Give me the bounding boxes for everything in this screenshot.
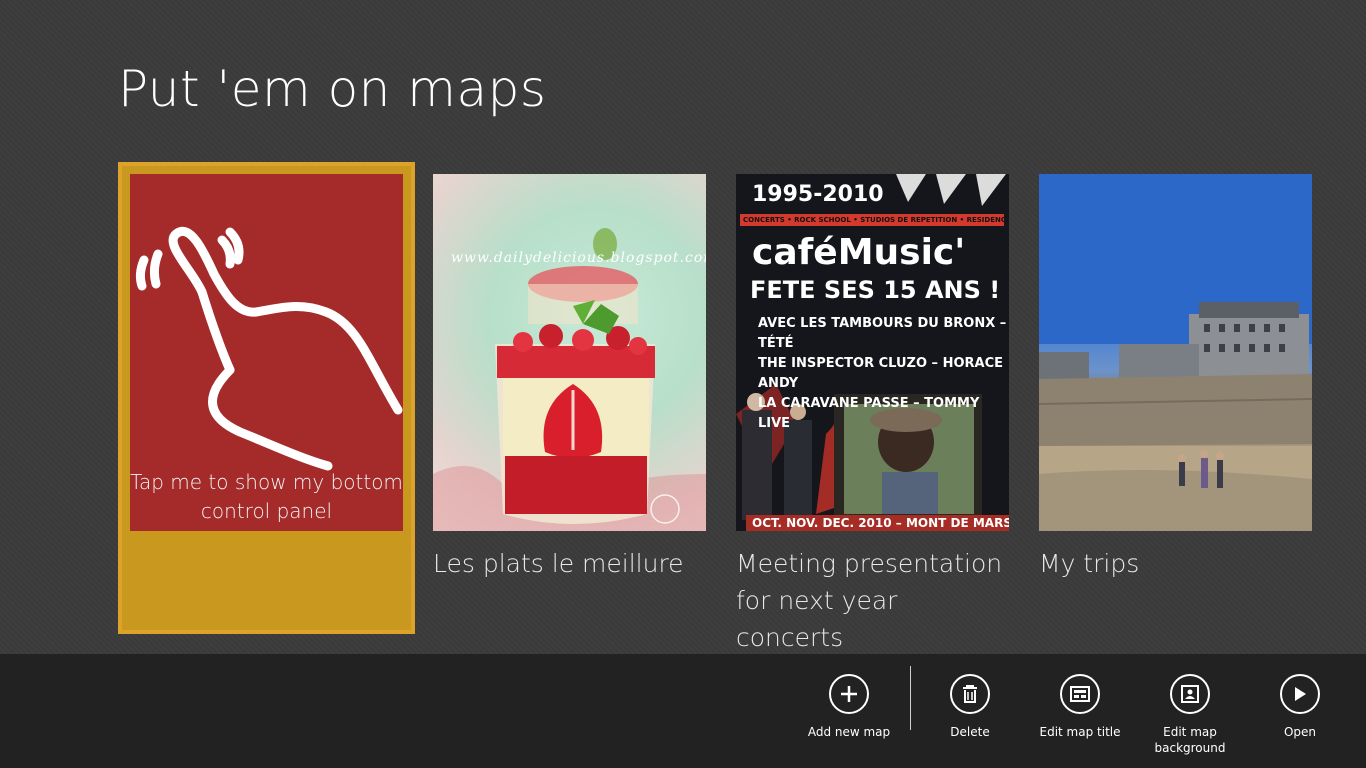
edit-map-background-label: Edit map background [1135,724,1245,756]
poster-year: 1995-2010 [752,182,884,207]
title-card-icon [1060,674,1100,714]
edit-map-background-line-1: Edit map [1163,725,1217,739]
poster-subtitle: CONCERTS • ROCK SCHOOL • STUDIOS DE REPE… [740,214,1004,226]
bottom-app-bar: Add new map Delete Edit map title Edit m… [0,654,1366,768]
hint-panel: Tap me to show my bottom control panel [130,174,403,531]
trips-image [1039,174,1312,531]
open-button[interactable]: Open [1245,674,1355,740]
edit-map-title-label: Edit map title [1039,725,1121,739]
add-new-map-label: Add new map [807,725,891,739]
poster-line-3: LA CARAVANE PASSE – TOMMY LIVE [758,396,980,431]
add-new-map-button[interactable]: Add new map [794,674,904,740]
image-watermark: www.dailydelicious.blogspot.com [451,250,706,266]
map-title-line-1: Meeting presentation [736,549,1003,578]
map-thumbnail-poster: 1995-2010 CONCERTS • ROCK SCHOOL • STUDI… [736,174,1009,531]
map-title-line-2: for next year concerts [736,586,898,652]
image-icon [1170,674,1210,714]
hint-line-1: Tap me to show my bottom [130,470,403,494]
poster-line-2: THE INSPECTOR CLUZO – HORACE ANDY [758,356,1004,391]
hint-text: Tap me to show my bottom control panel [130,468,403,526]
map-thumbnail-dessert: www.dailydelicious.blogspot.com [433,174,706,531]
poster-footer: OCT. NOV. DEC. 2010 – MONT DE MARSAN 40 [746,515,1009,531]
map-tile-meeting[interactable]: 1995-2010 CONCERTS • ROCK SCHOOL • STUDI… [736,174,1009,656]
map-title: Meeting presentation for next year conce… [736,545,1009,656]
map-title: Les plats le meillure [433,549,684,578]
edit-map-background-line-2: background [1154,741,1226,755]
page-title: Put 'em on maps [118,60,547,118]
poster-line-1: AVEC LES TAMBOURS DU BRONX – TÉTÉ [758,316,1007,351]
start-page: Put 'em on maps Tap me to show my bottom… [0,0,1366,768]
open-label: Open [1283,725,1317,739]
map-thumbnail-trips [1039,174,1312,531]
tap-gesture-icon [135,226,403,471]
map-tile-les-plats[interactable]: www.dailydelicious.blogspot.com Les plat… [433,174,706,582]
map-title: My trips [1039,549,1140,578]
hint-line-2: control panel [200,499,333,523]
poster-headline: FETE SES 15 ANS ! [750,276,1001,304]
delete-button[interactable]: Delete [915,674,1025,740]
map-tile-hint[interactable]: Tap me to show my bottom control panel [118,162,415,634]
edit-map-background-button[interactable]: Edit map background [1135,674,1245,756]
map-tile-my-trips[interactable]: My trips [1039,174,1312,582]
plus-icon [829,674,869,714]
trash-icon [950,674,990,714]
edit-map-title-button[interactable]: Edit map title [1025,674,1135,740]
poster-lineup: AVEC LES TAMBOURS DU BRONX – TÉTÉ THE IN… [758,314,1009,434]
delete-label: Delete [950,725,990,739]
appbar-divider [910,666,911,730]
dessert-image [433,228,706,531]
poster-brand: caféMusic' [752,232,966,273]
play-icon [1280,674,1320,714]
